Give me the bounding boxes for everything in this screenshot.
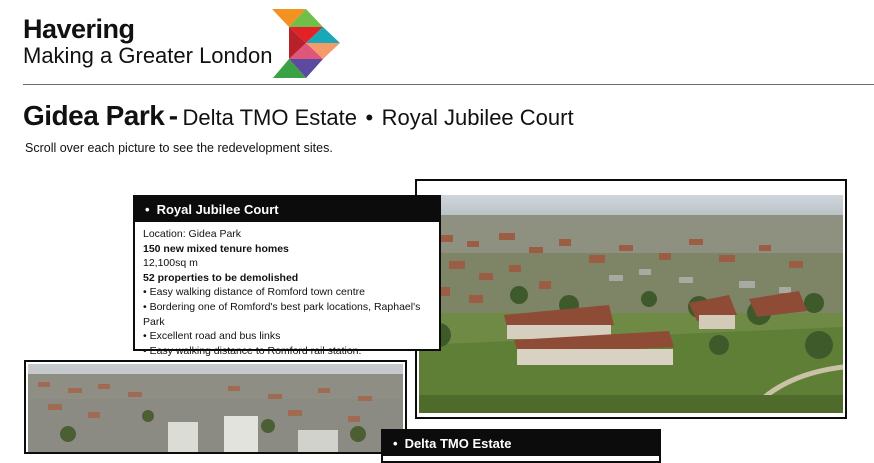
card-location: Location: Gidea Park: [143, 228, 242, 240]
card-demolished: 52 properties to be demolished: [143, 271, 299, 284]
brand-tagline: Making a Greater London: [23, 43, 273, 68]
card-body: Location: Gidea Park 150 new mixed tenur…: [135, 222, 439, 364]
brand-name: Havering: [23, 14, 135, 44]
page-title: Gidea Park - Delta TMO Estate • Royal Ju…: [23, 100, 574, 132]
feature-item: • Easy walking distance of Romford town …: [143, 286, 365, 299]
card-area: 12,100sq m: [143, 257, 198, 270]
delta-tmo-estate-card: • Delta TMO Estate: [381, 429, 661, 463]
title-part-royal: Royal Jubilee Court: [381, 105, 574, 130]
title-separator: -: [168, 100, 179, 131]
havering-logo-icon: [272, 9, 340, 78]
title-main: Gidea Park: [23, 100, 165, 131]
title-part-delta: Delta TMO Estate: [182, 105, 357, 130]
bullet: •: [145, 202, 150, 217]
brand-block: Havering Making a Greater London: [23, 12, 273, 70]
royal-jubilee-court-photo[interactable]: [415, 179, 847, 419]
feature-item: • Bordering one of Romford's best park l…: [143, 300, 421, 328]
royal-jubilee-court-card: • Royal Jubilee Court Location: Gidea Par…: [133, 195, 441, 357]
card-heading: • Royal Jubilee Court: [135, 197, 439, 222]
delta-tmo-estate-photo[interactable]: [24, 360, 407, 454]
feature-item: • Easy walking distance to Romford rail …: [143, 344, 362, 357]
aerial-photo-icon: [419, 195, 843, 413]
card-heading: • Delta TMO Estate: [383, 431, 659, 456]
bullet: •: [393, 436, 398, 451]
card-heading-text: Royal Jubilee Court: [156, 202, 279, 217]
aerial-photo-icon: [28, 364, 403, 452]
instruction-text: Scroll over each picture to see the rede…: [25, 141, 333, 155]
card-homes: 150 new mixed tenure homes: [143, 242, 289, 255]
card-heading-text: Delta TMO Estate: [404, 436, 512, 451]
title-dot: •: [365, 105, 374, 130]
feature-item: • Excellent road and bus links: [143, 330, 281, 343]
header-divider: [23, 84, 874, 85]
